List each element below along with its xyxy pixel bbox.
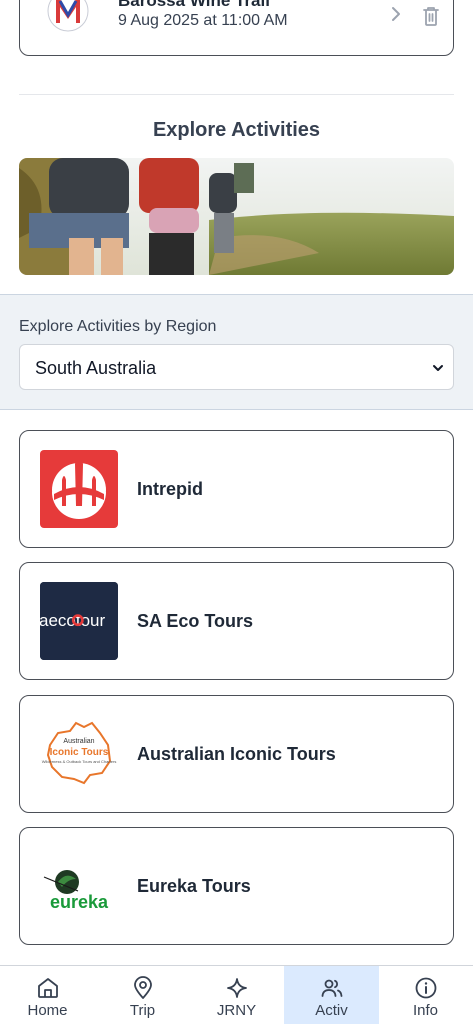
nav-label: Activ (315, 1002, 348, 1019)
operator-name: SA Eco Tours (137, 611, 254, 631)
iconic-logo-text-1: Australian (63, 738, 94, 745)
nav-label: Trip (129, 1002, 156, 1019)
eureka-logo: eureka (40, 847, 118, 925)
region-label: Explore Activities by Region (19, 318, 217, 335)
iconic-logo-text-2: Iconic Tours (50, 747, 109, 758)
intrepid-logo (40, 450, 118, 528)
trash-icon[interactable] (421, 5, 441, 27)
nav-item-home[interactable]: Home (0, 966, 95, 1024)
nav-label: JRNY (216, 1002, 257, 1019)
nav-item-trip[interactable]: Trip (95, 966, 190, 1024)
operator-card-intrepid[interactable]: Intrepid (19, 430, 454, 548)
nav-item-jrny[interactable]: JRNY (189, 966, 284, 1024)
trip-datetime: 9 Aug 2025 at 11:00 AM (118, 12, 288, 29)
nav-item-info[interactable]: Info (378, 966, 473, 1024)
operator-card-australian-iconic-tours[interactable]: Australian Iconic Tours Wilderness & Out… (19, 695, 454, 813)
nav-item-activ[interactable]: Activ (284, 966, 379, 1024)
region-panel: Explore Activities by Region South Austr… (0, 294, 473, 410)
chevron-right-icon[interactable] (388, 5, 404, 23)
explore-activities-title: Explore Activities (152, 119, 321, 141)
aecotour-logo: aecotour (40, 582, 118, 660)
mumwin-logo (46, 0, 90, 41)
chevron-down-icon (433, 365, 443, 371)
map-pin-icon (134, 976, 152, 999)
eureka-logo-text: eureka (50, 892, 109, 912)
home-icon (38, 978, 58, 998)
trip-title: Barossa Wine Trail (118, 0, 270, 10)
operator-name: Intrepid (137, 479, 203, 499)
trip-card[interactable]: Barossa Wine Trail 9 Aug 2025 at 11:00 A… (19, 0, 454, 56)
section-divider (19, 94, 454, 95)
iconic-logo-text-3: Wilderness & Outback Tours and Charters (42, 759, 117, 764)
operator-card-sa-eco-tours[interactable]: aecotour SA Eco Tours (19, 562, 454, 680)
users-icon (321, 979, 343, 997)
region-select[interactable]: South Australia (19, 344, 454, 390)
australian-iconic-tours-logo: Australian Iconic Tours Wilderness & Out… (40, 715, 118, 793)
operator-name: Australian Iconic Tours (137, 744, 336, 764)
sparkle-icon (227, 978, 247, 998)
hikers-banner-image (19, 158, 454, 275)
operator-card-eureka-tours[interactable]: eureka Eureka Tours (19, 827, 454, 945)
bottom-nav: Home Trip JRNY Activ Info (0, 965, 473, 1024)
operator-name: Eureka Tours (137, 876, 251, 896)
info-icon (415, 977, 437, 999)
region-selected-value: South Australia (35, 358, 157, 378)
nav-label: Info (412, 1002, 439, 1019)
nav-label: Home (27, 1002, 68, 1019)
